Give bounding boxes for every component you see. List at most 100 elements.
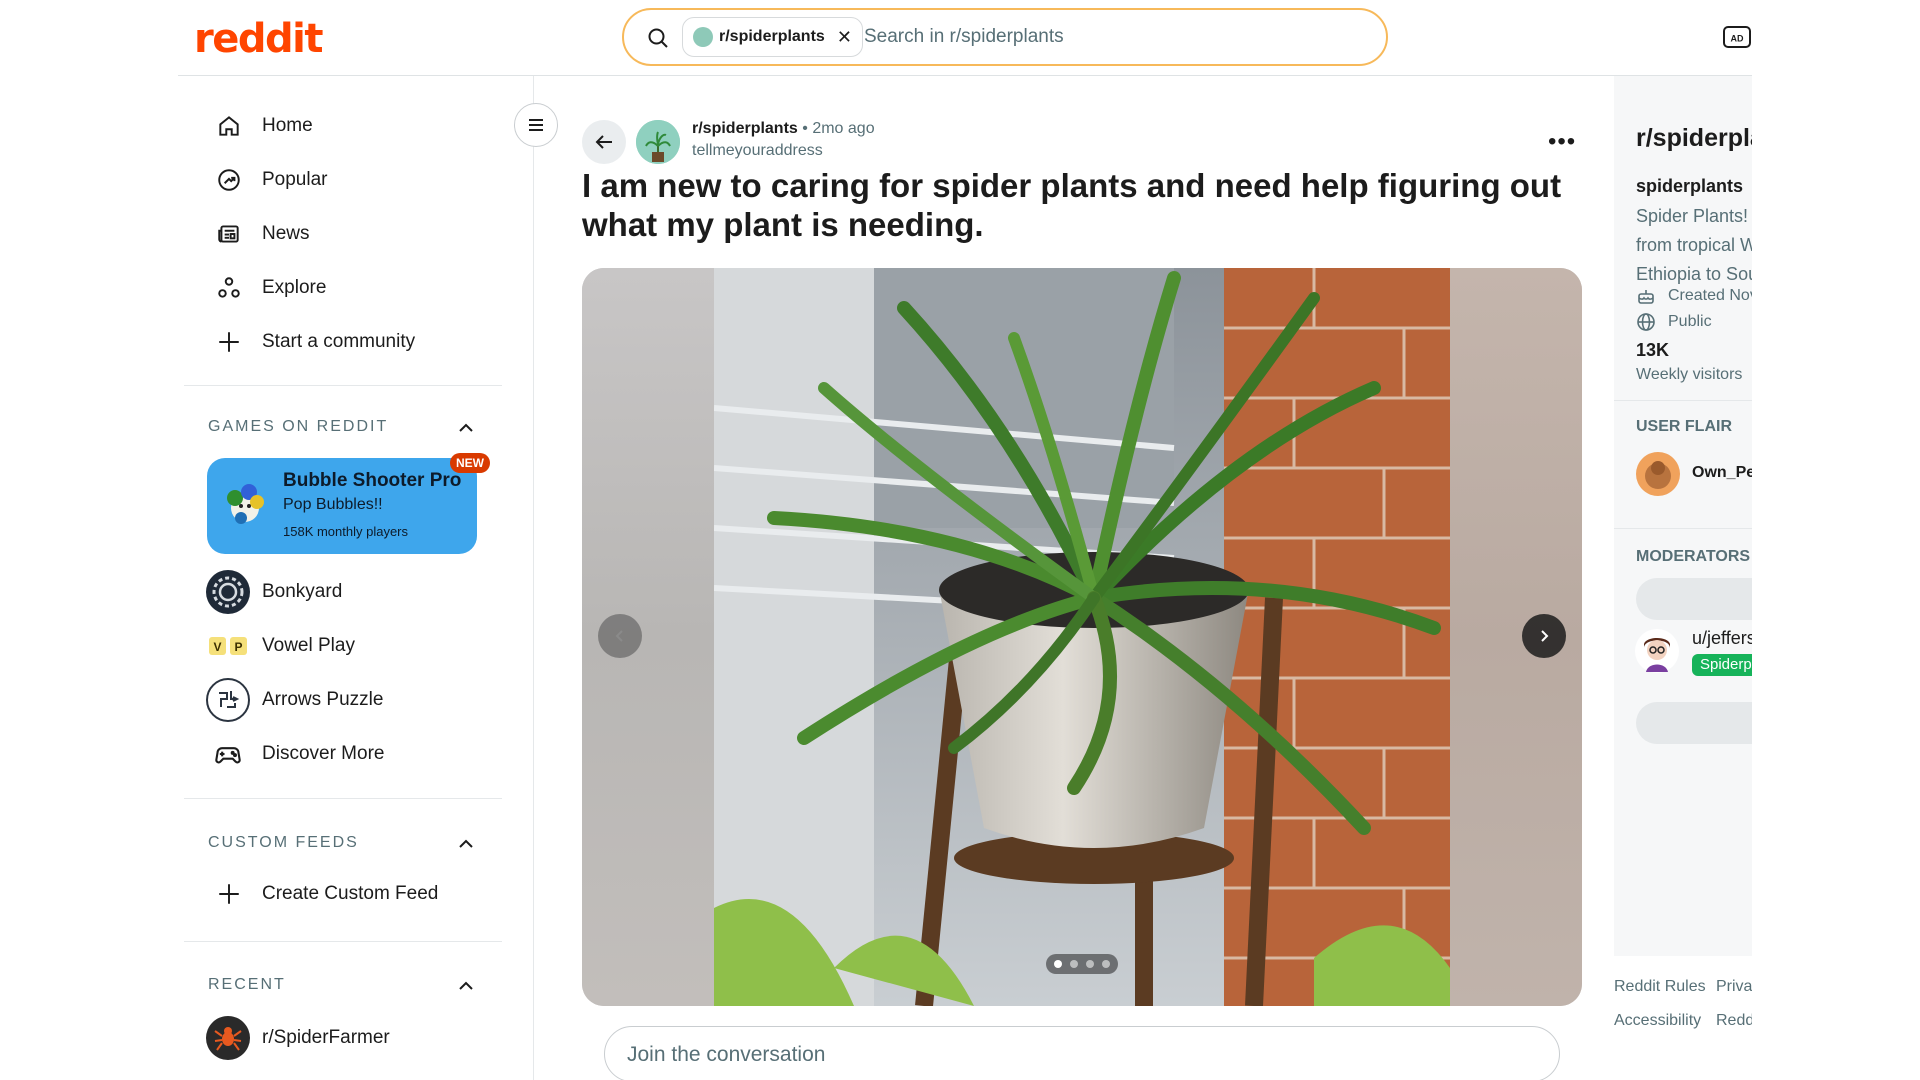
search-bar[interactable]: r/spiderplants ✕ Search in r/spiderplant… [622,8,1388,66]
sidebar-item-label: Explore [262,277,327,298]
sidebar-item-label: r/SpiderFarmer [262,1027,390,1048]
description-line: Spider Plants! [1636,206,1749,226]
comment-placeholder: Join the conversation [627,1043,826,1066]
gallery-prev-button[interactable] [598,614,642,658]
reddit-logo[interactable]: reddit [194,16,323,62]
footer-link-accessibility[interactable]: Accessibility [1614,1012,1701,1030]
sidebar-item-create-custom-feed[interactable]: Create Custom Feed [210,876,438,912]
collapse-sidebar-button[interactable] [514,103,558,147]
sidebar-item-discover-more[interactable]: Discover More [206,732,384,776]
sidebar-item-vowel-play[interactable]: VP Vowel Play [206,624,355,668]
top-header: reddit r/spiderplants ✕ Search in r/spid… [0,0,1920,76]
gallery-next-button[interactable] [1522,614,1566,658]
visibility-label: Public [1668,313,1712,330]
message-mods-button[interactable] [1636,578,1752,620]
sidebar-item-explore[interactable]: Explore [210,270,326,306]
panel-divider [1614,400,1752,401]
sidebar-item-start-community[interactable]: Start a community [210,324,415,360]
sidebar-item-label: Discover More [262,743,385,764]
description-line: Ethiopia to Sou [1636,264,1752,284]
sidebar-item-news[interactable]: News [210,216,310,252]
sidebar-divider [184,798,502,799]
sidebar-item-recent-spiderfarmer[interactable]: r/SpiderFarmer [206,1016,390,1060]
footer-link-rules[interactable]: Reddit Rules [1614,978,1706,996]
advertise-icon[interactable]: AD [1722,24,1752,50]
arrows-puzzle-icon [206,678,250,722]
gallery-dot[interactable] [1054,960,1062,968]
chevron-up-icon[interactable] [456,418,476,438]
plus-icon [219,332,239,352]
chevron-up-icon[interactable] [456,976,476,996]
more-options-button[interactable]: ••• [1548,128,1576,156]
spiderfarmer-avatar [206,1016,250,1060]
post-image[interactable] [714,268,1450,1006]
flair-username[interactable]: Own_Pers [1692,464,1752,482]
moderator-flair-badge: Spiderpl [1692,654,1752,676]
sidebar-item-label: Popular [262,169,328,190]
footer-links: Reddit Rules Privac Accessibility Reddi [1614,978,1752,1058]
sidebar-item-arrows-puzzle[interactable]: Arrows Puzzle [206,678,383,722]
svg-text:V: V [213,640,221,654]
subreddit-avatar [693,27,713,47]
globe-icon [1637,313,1655,331]
gallery-pagination[interactable] [1046,954,1118,974]
community-title[interactable]: r/spiderplants [1636,124,1752,153]
featured-game-card[interactable]: Bubble Shooter Pro Pop Bubbles!! 158K mo… [207,458,477,554]
sidebar-item-popular[interactable]: Popular [210,162,328,198]
search-icon [648,28,668,48]
community-name: spiderplants [1636,176,1744,196]
post-timestamp: 2mo ago [812,120,875,137]
search-scope-chip[interactable]: r/spiderplants ✕ [682,17,863,57]
sidebar-item-home[interactable]: Home [210,108,313,144]
weekly-visitors-label: Weekly visitors [1636,366,1743,383]
footer-link-reddit[interactable]: Reddi [1716,1012,1752,1030]
featured-game-subtitle: Pop Bubbles!! [283,496,383,513]
chevron-left-icon [615,630,623,642]
vowel-play-icon: VP [206,624,250,668]
community-visibility: Public [1636,312,1712,332]
featured-game-title: Bubble Shooter Pro [283,470,462,491]
user-flair-title: USER FLAIR [1636,418,1732,435]
post-subreddit-link[interactable]: r/spiderplants [692,120,798,137]
community-created: Created Nov [1636,286,1752,306]
close-icon[interactable]: ✕ [837,27,852,48]
gallery-dot[interactable] [1070,960,1078,968]
recent-section-title[interactable]: RECENT [208,976,286,994]
games-section-title[interactable]: GAMES ON REDDIT [208,418,388,436]
flair-avatar[interactable] [1636,452,1680,496]
search-input[interactable]: Search in r/spiderplants [864,26,1064,48]
description-line: from tropical W [1636,235,1752,255]
gallery-dot[interactable] [1102,960,1110,968]
cake-icon [1638,290,1654,304]
post-author[interactable]: tellmeyouraddress [692,142,823,160]
moderators-title: MODERATORS [1636,548,1751,565]
gallery-dot[interactable] [1086,960,1094,968]
spider-plant-photo [714,268,1450,1006]
popular-icon [218,169,240,191]
comment-input[interactable]: Join the conversation [604,1026,1560,1080]
moderator-avatar[interactable] [1634,628,1680,674]
gamepad-icon [206,732,250,776]
footer-link-privacy[interactable]: Privac [1716,978,1752,996]
post-title: I am new to caring for spider plants and… [582,167,1562,243]
sidebar-item-label: Arrows Puzzle [262,689,384,710]
sidebar-item-label: Create Custom Feed [262,883,439,904]
bubble-shooter-icon [227,484,264,524]
subreddit-avatar[interactable] [636,120,680,164]
post-gallery[interactable] [582,268,1582,1006]
view-all-moderators-button[interactable] [1636,702,1752,744]
svg-text:AD: AD [1731,34,1744,44]
menu-icon [529,119,543,131]
moderator-name[interactable]: u/jefferso [1692,628,1752,649]
chevron-up-icon[interactable] [456,834,476,854]
sidebar-divider [184,385,502,386]
panel-divider [1614,528,1752,529]
sidebar-item-bonkyard[interactable]: Bonkyard [206,570,342,614]
search-scope-label: r/spiderplants [719,28,825,45]
community-description: Spider Plants! from tropical W Ethiopia … [1636,202,1752,289]
back-button[interactable] [582,120,626,164]
custom-feeds-section-title[interactable]: CUSTOM FEEDS [208,834,359,852]
sidebar-item-label: Bonkyard [262,581,343,602]
post-meta: r/spiderplants • 2mo ago [692,120,875,138]
meta-separator: • [802,120,808,137]
